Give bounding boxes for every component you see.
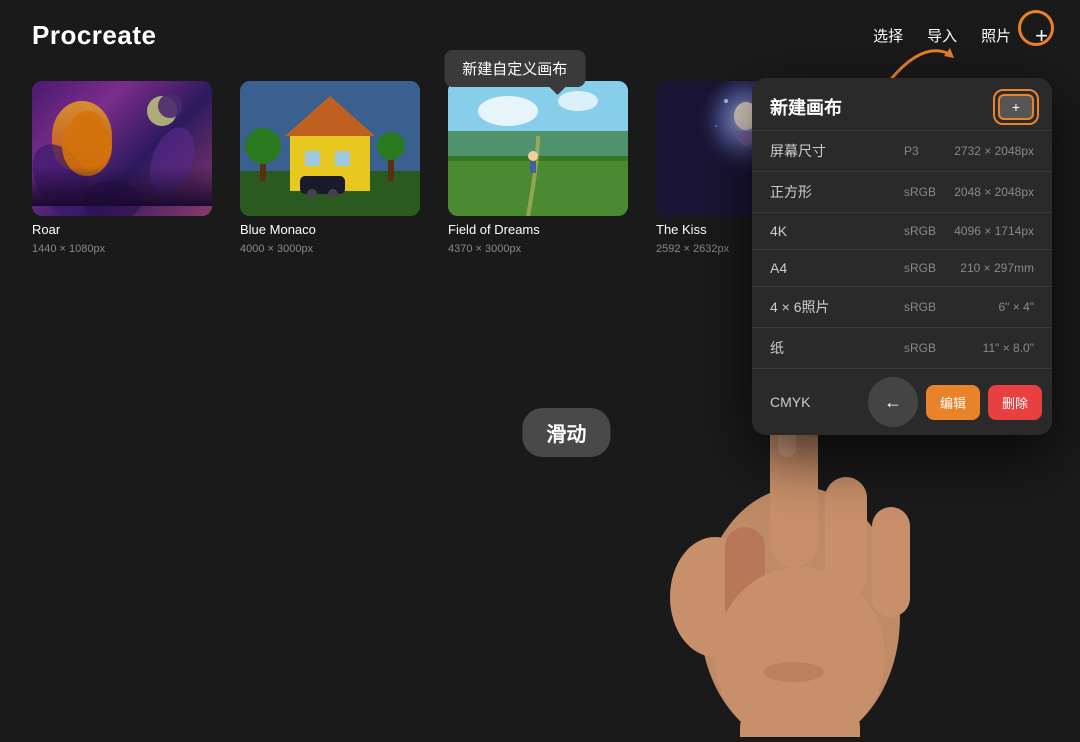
panel-title: 新建画布: [770, 94, 842, 120]
cmyk-scroll-indicator[interactable]: ←: [868, 377, 918, 427]
slide-label: 滑动: [522, 408, 610, 457]
panel-row-a4[interactable]: A4 sRGB 210 × 297mm: [752, 249, 1052, 286]
photos-button[interactable]: 照片: [981, 25, 1011, 46]
canvas-size-field-of-dreams: 4370 × 3000px: [448, 243, 628, 255]
delete-button[interactable]: 删除: [988, 385, 1042, 420]
panel-row-4k[interactable]: 4K sRGB 4096 × 1714px: [752, 212, 1052, 249]
panel-header: 新建画布 +: [752, 78, 1052, 130]
panel-add-btn-wrapper: +: [998, 94, 1034, 120]
panel-row-screen[interactable]: 屏幕尺寸 P3 2732 × 2048px: [752, 130, 1052, 171]
edit-button[interactable]: 编辑: [926, 385, 980, 420]
new-canvas-panel: 新建画布 + 屏幕尺寸 P3 2732 × 2048px 正方形 sRGB 20…: [752, 78, 1052, 435]
cmyk-row: CMYK ← 编辑 删除: [752, 368, 1052, 435]
canvas-thumbnail-roar: [32, 81, 212, 216]
canvas-size-roar: 1440 × 1080px: [32, 243, 212, 255]
canvas-thumbnail-field-of-dreams: [448, 81, 628, 216]
canvas-name-blue-monaco: Blue Monaco: [240, 222, 420, 237]
panel-row-square[interactable]: 正方形 sRGB 2048 × 2048px: [752, 171, 1052, 212]
orange-circle-plus-indicator: [1018, 10, 1054, 46]
canvas-name-roar: Roar: [32, 222, 212, 237]
canvas-item-blue-monaco[interactable]: Blue Monaco 4000 × 3000px: [240, 81, 420, 255]
app-title: Procreate: [32, 20, 156, 51]
panel-add-button[interactable]: +: [998, 94, 1034, 120]
canvas-size-blue-monaco: 4000 × 3000px: [240, 243, 420, 255]
panel-row-4x6[interactable]: 4 × 6照片 sRGB 6" × 4": [752, 286, 1052, 327]
cmyk-name: CMYK: [770, 394, 860, 410]
canvas-thumbnail-blue-monaco: [240, 81, 420, 216]
panel-row-paper[interactable]: 纸 sRGB 11" × 8.0": [752, 327, 1052, 368]
canvas-item-roar[interactable]: Roar 1440 × 1080px: [32, 81, 212, 255]
canvas-item-field-of-dreams[interactable]: Field of Dreams 4370 × 3000px: [448, 81, 628, 255]
canvas-name-field-of-dreams: Field of Dreams: [448, 222, 628, 237]
